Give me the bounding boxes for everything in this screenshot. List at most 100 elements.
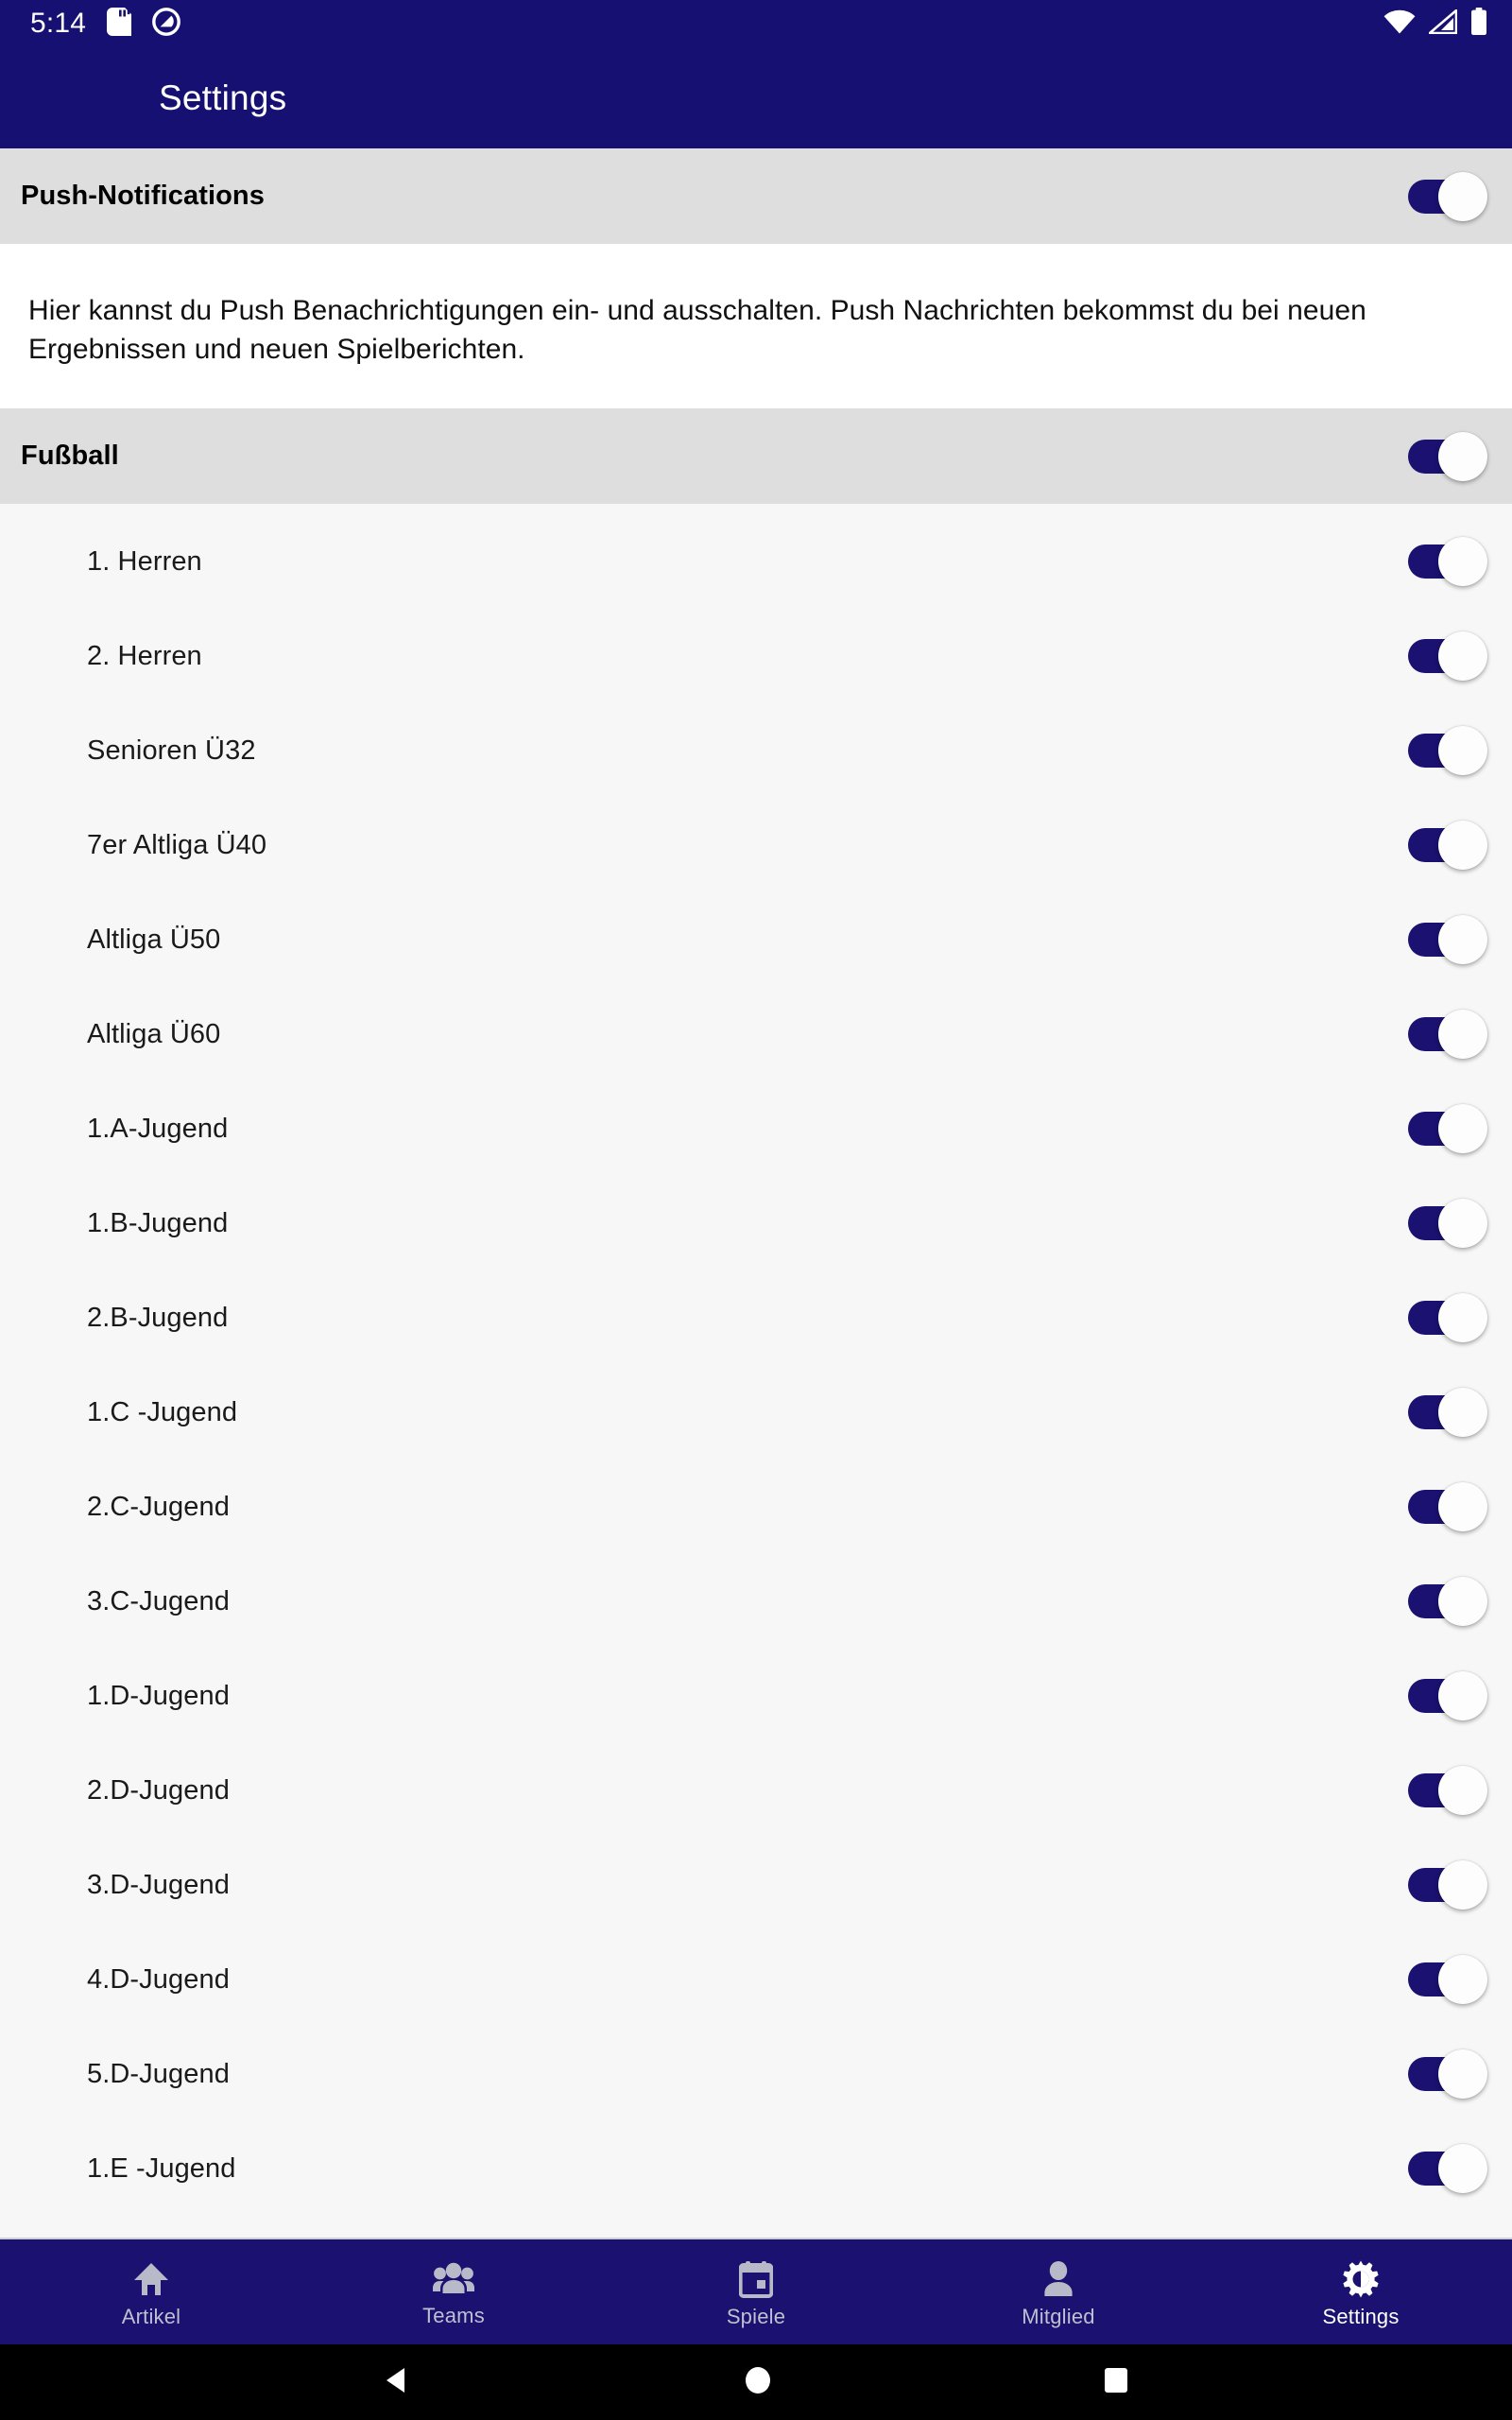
push-notifications-toggle[interactable]	[1408, 171, 1487, 221]
team-row[interactable]: 1.C -Jugend	[0, 1365, 1512, 1460]
team-toggle[interactable]	[1408, 1671, 1487, 1721]
team-row[interactable]: 2.B-Jugend	[0, 1270, 1512, 1365]
team-row[interactable]: Altliga Ü50	[0, 892, 1512, 987]
team-row[interactable]: 4.D-Jugend	[0, 1932, 1512, 2027]
team-toggle[interactable]	[1408, 2049, 1487, 2100]
team-row[interactable]: 2. Herren	[0, 609, 1512, 703]
team-label: 2. Herren	[87, 640, 202, 671]
fussball-toggle[interactable]	[1408, 431, 1487, 481]
team-row[interactable]: 7er Altliga Ü40	[0, 798, 1512, 892]
nav-item-spiele[interactable]: Spiele	[605, 2239, 907, 2344]
team-label: 3.C-Jugend	[87, 1585, 230, 1616]
team-toggle[interactable]	[1408, 1482, 1487, 1532]
toggle-thumb	[1438, 915, 1487, 965]
toggle-thumb	[1438, 1199, 1487, 1249]
team-toggle[interactable]	[1408, 631, 1487, 682]
team-toggle[interactable]	[1408, 1199, 1487, 1249]
team-toggle[interactable]	[1408, 1293, 1487, 1343]
page-title: Settings	[159, 78, 287, 117]
bottom-navigation: Artikel Teams Spiele Mitglied Settings	[0, 2238, 1512, 2344]
nav-label: Settings	[1322, 2305, 1400, 2328]
team-notification-list[interactable]: 1. Herren 2. Herren Senioren Ü32 7er Altlig…	[0, 504, 1512, 2238]
back-triangle-icon[interactable]	[380, 2362, 416, 2403]
team-row[interactable]: 1.D-Jugend	[0, 1649, 1512, 1743]
team-label: 4.D-Jugend	[87, 1963, 230, 1995]
nav-item-teams[interactable]: Teams	[302, 2239, 605, 2344]
team-label: 3.D-Jugend	[87, 1869, 230, 1900]
toggle-thumb	[1438, 1388, 1487, 1438]
team-row[interactable]: Altliga Ü60	[0, 987, 1512, 1081]
team-label: 1.A-Jugend	[87, 1113, 229, 1144]
toggle-thumb	[1438, 1766, 1487, 1816]
section-header-fussball: Fußball	[0, 408, 1512, 505]
toggle-thumb	[1438, 2049, 1487, 2100]
toggle-thumb	[1438, 431, 1487, 481]
sd-card-icon	[107, 7, 132, 41]
team-toggle[interactable]	[1408, 1104, 1487, 1154]
nav-label: Teams	[422, 2304, 485, 2327]
team-toggle[interactable]	[1408, 1955, 1487, 2005]
team-row[interactable]: Senioren Ü32	[0, 703, 1512, 798]
nav-label: Spiele	[726, 2305, 786, 2328]
do-not-disturb-icon	[152, 7, 181, 41]
team-label: 1.E -Jugend	[87, 2152, 236, 2184]
nav-label: Artikel	[121, 2305, 181, 2328]
battery-icon	[1470, 7, 1487, 41]
team-label: 1.B-Jugend	[87, 1207, 229, 1238]
team-label: 2.D-Jugend	[87, 1774, 230, 1806]
team-toggle[interactable]	[1408, 915, 1487, 965]
team-row[interactable]: 1.A-Jugend	[0, 1081, 1512, 1176]
team-label: 5.D-Jugend	[87, 2058, 230, 2089]
team-row[interactable]: 3.D-Jugend	[0, 1838, 1512, 1932]
team-row[interactable]: 1. Herren	[0, 514, 1512, 609]
toggle-thumb	[1438, 1860, 1487, 1910]
team-toggle[interactable]	[1408, 726, 1487, 776]
section-title-fussball: Fußball	[21, 441, 119, 472]
team-label: Senioren Ü32	[87, 735, 256, 766]
wifi-icon	[1383, 9, 1416, 39]
status-bar-right	[1383, 7, 1487, 41]
team-label: 1. Herren	[87, 545, 202, 577]
team-toggle[interactable]	[1408, 537, 1487, 587]
home-circle-icon[interactable]	[742, 2362, 774, 2403]
team-toggle[interactable]	[1408, 1766, 1487, 1816]
team-row[interactable]: 3.C-Jugend	[0, 1554, 1512, 1649]
team-toggle[interactable]	[1408, 1388, 1487, 1438]
team-row[interactable]: 2.C-Jugend	[0, 1460, 1512, 1554]
team-label: 1.C -Jugend	[87, 1396, 238, 1427]
team-row[interactable]: 2.D-Jugend	[0, 1743, 1512, 1838]
nav-item-settings[interactable]: Settings	[1210, 2239, 1512, 2344]
cell-signal-icon	[1426, 7, 1458, 39]
toggle-thumb	[1438, 821, 1487, 871]
team-label: Altliga Ü60	[87, 1018, 221, 1049]
nav-item-mitglied[interactable]: Mitglied	[907, 2239, 1210, 2344]
team-toggle[interactable]	[1408, 1010, 1487, 1060]
status-bar: 5:14	[0, 0, 1512, 47]
home-icon	[132, 2260, 170, 2298]
team-toggle[interactable]	[1408, 1577, 1487, 1627]
calendar-icon	[739, 2260, 773, 2298]
section-header-push-notifications: Push-Notifications	[0, 148, 1512, 244]
team-toggle[interactable]	[1408, 2144, 1487, 2194]
toggle-thumb	[1438, 1104, 1487, 1154]
toggle-thumb	[1438, 1482, 1487, 1532]
team-row[interactable]: 1.E -Jugend	[0, 2121, 1512, 2216]
group-icon	[433, 2261, 474, 2297]
toggle-thumb	[1438, 2144, 1487, 2194]
android-system-navigation	[0, 2344, 1512, 2420]
app-screen: 5:14 Settings Push-Notifications Hier ka…	[0, 0, 1512, 2420]
recents-square-icon[interactable]	[1100, 2362, 1132, 2403]
toggle-thumb	[1438, 631, 1487, 682]
section-title-push-notifications: Push-Notifications	[21, 181, 265, 211]
team-row[interactable]: 5.D-Jugend	[0, 2027, 1512, 2121]
nav-item-artikel[interactable]: Artikel	[0, 2239, 302, 2344]
toggle-thumb	[1438, 171, 1487, 221]
team-toggle[interactable]	[1408, 1860, 1487, 1910]
team-label: 2.C-Jugend	[87, 1491, 230, 1522]
team-row[interactable]: 1.B-Jugend	[0, 1176, 1512, 1270]
app-bar: Settings	[0, 47, 1512, 148]
toggle-thumb	[1438, 537, 1487, 587]
status-clock: 5:14	[30, 8, 87, 39]
team-toggle[interactable]	[1408, 821, 1487, 871]
toggle-thumb	[1438, 726, 1487, 776]
